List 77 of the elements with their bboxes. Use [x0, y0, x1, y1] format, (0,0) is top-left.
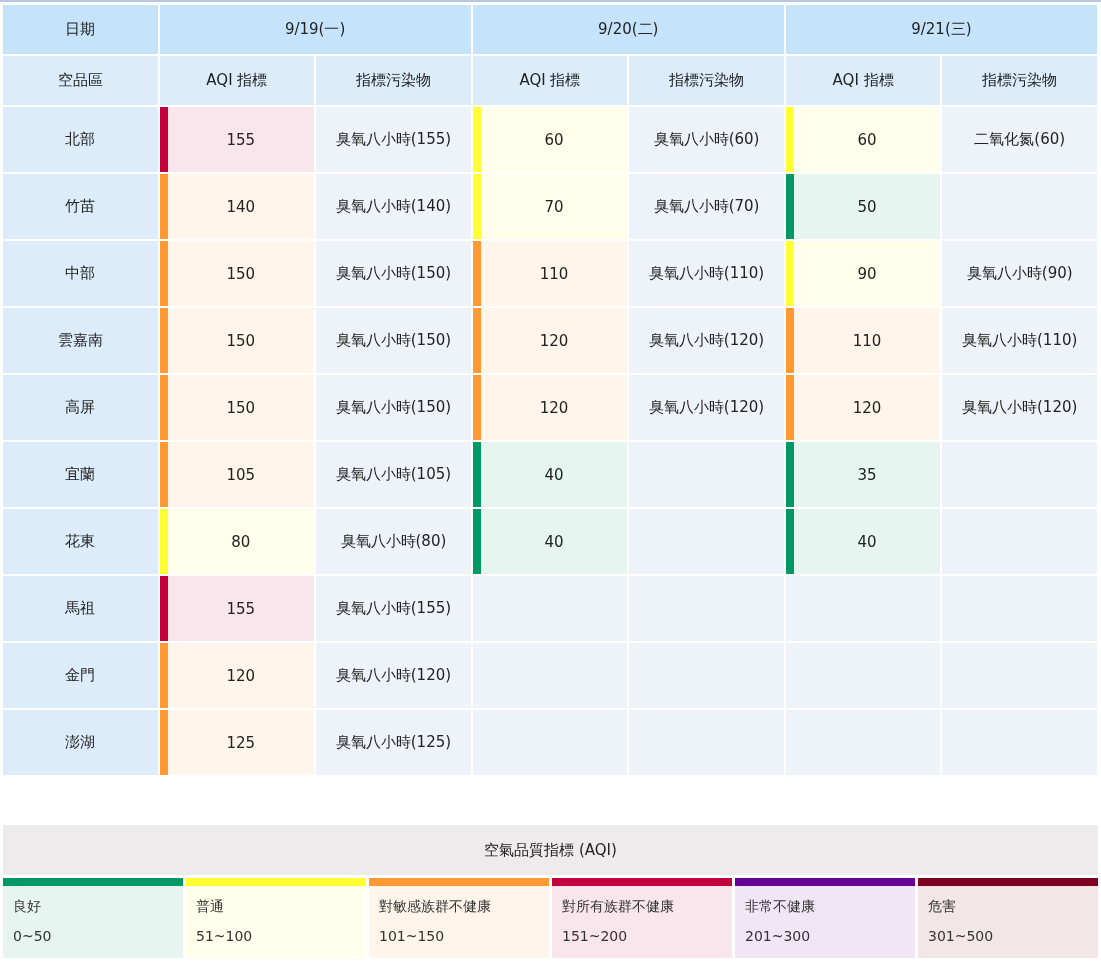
pollutant-cell: 臭氧八小時(105): [316, 442, 471, 507]
region-header: 空品區: [3, 56, 158, 105]
column-header: 指標污染物: [629, 56, 784, 105]
pollutant-cell: 臭氧八小時(150): [316, 308, 471, 373]
pollutant-cell: 臭氧八小時(70): [629, 174, 784, 239]
date-header: 9/19(一): [159, 5, 471, 54]
aqi-cell: 125: [159, 710, 315, 775]
pollutant-cell: 臭氧八小時(155): [316, 576, 471, 641]
aqi-cell: 120: [159, 643, 315, 708]
region-cell: 竹苗: [3, 174, 158, 239]
pollutant-cell: 臭氧八小時(120): [316, 643, 471, 708]
pollutant-cell: 臭氧八小時(120): [629, 308, 784, 373]
legend-range: 201~300: [745, 928, 811, 944]
pollutant-cell: 臭氧八小時(110): [629, 241, 784, 306]
region-cell: 馬祖: [3, 576, 158, 641]
aqi-cell: 110: [785, 308, 941, 373]
aqi-cell: 120: [785, 375, 941, 440]
aqi-cell: 140: [159, 174, 315, 239]
region-cell: 中部: [3, 241, 158, 306]
pollutant-cell: 臭氧八小時(80): [316, 509, 471, 574]
aqi-cell: 110: [472, 241, 628, 306]
aqi-cell: 150: [159, 241, 315, 306]
region-cell: 宜蘭: [3, 442, 158, 507]
aqi-cell: 150: [159, 375, 315, 440]
pollutant-cell: 臭氧八小時(150): [316, 241, 471, 306]
date-header: 9/21(三): [785, 5, 1097, 54]
legend-range: 51~100: [196, 928, 253, 944]
region-cell: 澎湖: [3, 710, 158, 775]
aqi-cell: 40: [472, 509, 628, 574]
column-header: AQI 指標: [472, 56, 628, 105]
aqi-cell: 40: [472, 442, 628, 507]
legend-label: 良好: [13, 898, 41, 916]
legend-label: 普通: [196, 898, 224, 916]
region-cell: 花東: [3, 509, 158, 574]
pollutant-cell: 臭氧八小時(155): [316, 107, 471, 172]
aqi-cell: 35: [785, 442, 941, 507]
pollutant-cell: 臭氧八小時(120): [942, 375, 1097, 440]
pollutant-cell: 臭氧八小時(120): [629, 375, 784, 440]
date-header: 9/20(二): [472, 5, 784, 54]
column-header: 指標污染物: [942, 56, 1097, 105]
aqi-cell: 150: [159, 308, 315, 373]
aqi-cell: 80: [159, 509, 315, 574]
legend-range: 301~500: [928, 928, 994, 944]
aqi-cell: 40: [785, 509, 941, 574]
aqi-cell: 60: [785, 107, 941, 172]
aqi-cell: 120: [472, 308, 628, 373]
legend-range: 101~150: [379, 928, 445, 944]
pollutant-cell: 臭氧八小時(110): [942, 308, 1097, 373]
pollutant-cell: 臭氧八小時(140): [316, 174, 471, 239]
aqi-cell: 70: [472, 174, 628, 239]
aqi-cell: 50: [785, 174, 941, 239]
region-cell: 北部: [3, 107, 158, 172]
pollutant-cell: 臭氧八小時(90): [942, 241, 1097, 306]
legend-range: 151~200: [562, 928, 628, 944]
legend-label: 危害: [928, 898, 956, 916]
pollutant-cell: 臭氧八小時(125): [316, 710, 471, 775]
legend-title: 空氣品質指標 (AQI): [3, 825, 1098, 875]
pollutant-cell: 二氧化氮(60): [942, 107, 1097, 172]
aqi-cell: 155: [159, 576, 315, 641]
column-header: AQI 指標: [785, 56, 941, 105]
aqi-cell: 120: [472, 375, 628, 440]
region-cell: 雲嘉南: [3, 308, 158, 373]
legend-label: 非常不健康: [745, 898, 815, 916]
date-header: 日期: [3, 5, 158, 54]
pollutant-cell: 臭氧八小時(150): [316, 375, 471, 440]
pollutant-cell: 臭氧八小時(60): [629, 107, 784, 172]
region-cell: 金門: [3, 643, 158, 708]
aqi-cell: 155: [159, 107, 315, 172]
legend-range: 0~50: [13, 928, 52, 944]
legend-label: 對所有族群不健康: [562, 898, 674, 916]
column-header: AQI 指標: [159, 56, 315, 105]
region-cell: 高屏: [3, 375, 158, 440]
legend-label: 對敏感族群不健康: [379, 898, 491, 916]
aqi-cell: 90: [785, 241, 941, 306]
aqi-cell: 60: [472, 107, 628, 172]
column-header: 指標污染物: [316, 56, 471, 105]
aqi-cell: 105: [159, 442, 315, 507]
